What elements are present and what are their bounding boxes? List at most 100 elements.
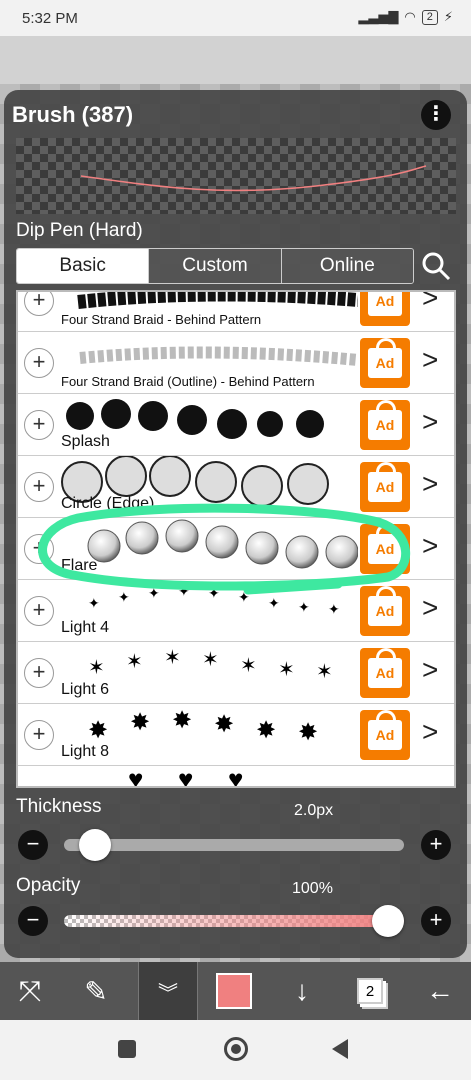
tab-custom[interactable]: Custom	[148, 249, 281, 283]
hearts-icon: ♥ ♥ ♥	[128, 766, 243, 788]
ad-unlock-button[interactable]: Ad	[360, 338, 410, 388]
status-bar: 5:32 PM ▂▃▅▇ ◠ 2 ⚡	[0, 0, 471, 36]
brush-tabs: Basic Custom Online	[16, 248, 414, 284]
battery-icon: 2	[421, 9, 438, 25]
add-brush-button[interactable]: +	[24, 472, 54, 502]
add-brush-button[interactable]: +	[24, 534, 54, 564]
thickness-increase-button[interactable]: +	[421, 830, 451, 860]
search-button[interactable]	[420, 250, 452, 282]
more-options-button[interactable]: ⋮	[421, 100, 451, 130]
brush-label: Light 6	[61, 681, 110, 698]
brush-stroke-preview	[16, 138, 456, 214]
brush-row-circle-edge[interactable]: + Circle (Edge) Ad >	[18, 456, 454, 518]
brush-row-hearts[interactable]: ♥ ♥ ♥	[18, 766, 454, 788]
add-brush-button[interactable]: +	[24, 658, 54, 688]
transform-button[interactable]: ⤧	[0, 962, 60, 1020]
svg-text:✦: ✦	[238, 589, 250, 605]
chevron-right-icon[interactable]: >	[422, 292, 438, 314]
chevron-right-icon[interactable]: >	[422, 530, 438, 562]
tab-online[interactable]: Online	[280, 249, 413, 283]
ad-unlock-button[interactable]: Ad	[360, 524, 410, 574]
download-icon: ↓	[295, 975, 309, 1006]
brush-panel: Brush (387) ⋮ Dip Pen (Hard) Basic Custo…	[4, 90, 467, 958]
svg-text:✦: ✦	[298, 599, 310, 615]
svg-text:✸: ✸	[298, 719, 318, 746]
lock-icon: Ad	[368, 292, 402, 316]
opacity-decrease-button[interactable]: −	[18, 906, 48, 936]
brush-tool-button[interactable]: ✎	[66, 962, 126, 1020]
add-brush-button[interactable]: +	[24, 596, 54, 626]
svg-text:✦: ✦	[208, 585, 220, 601]
add-brush-button[interactable]: +	[24, 720, 54, 750]
opacity-value: 100%	[292, 880, 333, 897]
layers-button[interactable]: 2	[340, 962, 400, 1020]
brush-row-flare[interactable]: + Flare Ad >	[18, 518, 454, 580]
add-brush-button[interactable]: +	[24, 348, 54, 378]
ad-unlock-button[interactable]: Ad	[360, 292, 410, 326]
chevron-right-icon[interactable]: >	[422, 592, 438, 624]
download-button[interactable]: ↓	[272, 962, 332, 1020]
system-nav-bar	[0, 1020, 471, 1080]
chevron-right-icon[interactable]: >	[422, 654, 438, 686]
brush-row-four-strand-braid[interactable]: + Four Strand Braid - Behind Pattern Ad …	[18, 292, 454, 332]
collapse-panel-button[interactable]: ︾	[138, 962, 198, 1020]
opacity-increase-button[interactable]: +	[421, 906, 451, 936]
color-button[interactable]	[204, 962, 264, 1020]
search-icon	[422, 252, 451, 281]
charging-icon: ⚡	[443, 9, 453, 24]
opacity-label: Opacity	[16, 875, 81, 896]
thickness-decrease-button[interactable]: −	[18, 830, 48, 860]
color-swatch	[216, 973, 252, 1009]
brush-row-light-8[interactable]: + ✸ ✸ ✸ ✸ ✸ ✸ Light 8 Ad >	[18, 704, 454, 766]
add-brush-button[interactable]: +	[24, 292, 54, 316]
svg-text:✶: ✶	[278, 659, 295, 681]
panel-title: Brush (387)	[12, 102, 134, 127]
opacity-slider-knob[interactable]	[372, 905, 404, 937]
brush-icon: ✎	[84, 975, 108, 1007]
brush-label: Light 4	[61, 619, 110, 636]
svg-text:✦: ✦	[328, 601, 340, 617]
recent-apps-icon[interactable]	[118, 1040, 136, 1058]
nav-back-icon[interactable]	[332, 1039, 348, 1059]
svg-text:✸: ✸	[130, 709, 150, 736]
ad-unlock-button[interactable]: Ad	[360, 710, 410, 760]
chevron-right-icon[interactable]: >	[422, 468, 438, 500]
tab-basic[interactable]: Basic	[17, 249, 149, 283]
brush-label: Flare	[61, 557, 98, 574]
thickness-label: Thickness	[16, 796, 102, 817]
add-brush-button[interactable]: +	[24, 410, 54, 440]
svg-text:✸: ✸	[256, 717, 276, 744]
brush-row-light-6[interactable]: + ✶ ✶ ✶ ✶ ✶ ✶ ✶ Light 6 Ad >	[18, 642, 454, 704]
lock-icon: Ad	[368, 648, 402, 688]
lock-icon: Ad	[368, 586, 402, 626]
svg-text:✦: ✦	[268, 595, 280, 611]
svg-text:✦: ✦	[118, 589, 130, 605]
flare-icon	[87, 519, 358, 569]
svg-text:✶: ✶	[240, 655, 257, 677]
ad-unlock-button[interactable]: Ad	[360, 586, 410, 636]
chevron-right-icon[interactable]: >	[422, 406, 438, 438]
svg-text:✸: ✸	[88, 717, 108, 744]
home-icon[interactable]	[224, 1037, 248, 1061]
svg-text:♥: ♥	[228, 766, 243, 788]
lock-icon: Ad	[368, 524, 402, 564]
opacity-slider[interactable]	[64, 915, 404, 927]
back-button[interactable]: ←	[410, 962, 470, 1020]
collapse-icon: ︾	[158, 982, 178, 1005]
ad-unlock-button[interactable]: Ad	[360, 648, 410, 698]
brush-label: Four Strand Braid (Outline) - Behind Pat…	[61, 374, 315, 389]
thickness-slider-knob[interactable]	[79, 829, 112, 861]
status-time: 5:32 PM	[22, 10, 78, 27]
brush-row-splash[interactable]: + Splash Ad >	[18, 394, 454, 456]
chevron-right-icon[interactable]: >	[422, 716, 438, 748]
brush-row-four-strand-braid-outline[interactable]: + Four Strand Braid (Outline) - Behind P…	[18, 332, 454, 394]
plus-icon: +	[429, 907, 443, 932]
ad-unlock-button[interactable]: Ad	[360, 400, 410, 450]
thickness-slider[interactable]	[64, 839, 404, 851]
svg-text:✸: ✸	[214, 711, 234, 738]
ad-unlock-button[interactable]: Ad	[360, 462, 410, 512]
brush-list[interactable]: + Four Strand Braid - Behind Pattern Ad …	[16, 290, 456, 788]
chevron-right-icon[interactable]: >	[422, 344, 438, 376]
brush-row-light-4[interactable]: + ✦ ✦ ✦ ✦ ✦ ✦ ✦ ✦ ✦ Light 4 Ad >	[18, 580, 454, 642]
lock-icon: Ad	[368, 400, 402, 440]
